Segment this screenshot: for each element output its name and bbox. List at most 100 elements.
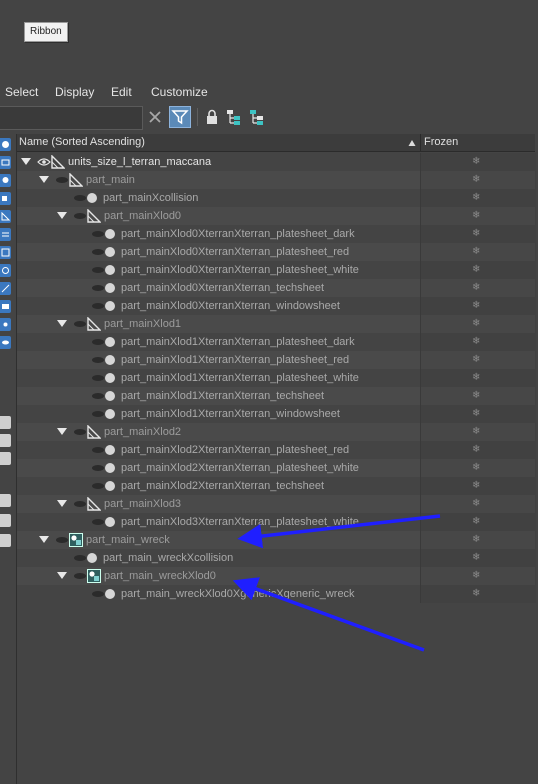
snowflake-icon[interactable]: ❄ bbox=[472, 333, 480, 351]
tree-row-object[interactable]: part_mainXlod1XterranXterran_techsheet ❄ bbox=[17, 387, 535, 405]
tree-row-object[interactable]: part_mainXlod0XterranXterran_platesheet_… bbox=[17, 243, 535, 261]
snowflake-icon[interactable]: ❄ bbox=[472, 387, 480, 405]
eye-icon[interactable] bbox=[73, 194, 87, 202]
tree-row-group[interactable]: part_mainXlod3 ❄ bbox=[17, 495, 535, 513]
eye-icon[interactable] bbox=[91, 266, 105, 274]
eye-icon[interactable] bbox=[73, 212, 87, 220]
expand-toggle-icon[interactable] bbox=[39, 176, 49, 183]
snowflake-icon[interactable]: ❄ bbox=[472, 243, 480, 261]
eye-icon[interactable] bbox=[91, 410, 105, 418]
clear-icon[interactable] bbox=[146, 108, 164, 126]
snowflake-icon[interactable]: ❄ bbox=[472, 279, 480, 297]
snowflake-icon[interactable]: ❄ bbox=[472, 369, 480, 387]
container-icon[interactable] bbox=[0, 300, 11, 313]
tree-row-object[interactable]: part_mainXlod2XterranXterran_techsheet ❄ bbox=[17, 477, 535, 495]
tree-row-object[interactable]: part_mainXlod0XterranXterran_windowsheet… bbox=[17, 297, 535, 315]
snowflake-icon[interactable]: ❄ bbox=[472, 261, 480, 279]
hierarchy-alt-icon[interactable] bbox=[248, 108, 266, 126]
list-icon[interactable] bbox=[0, 416, 11, 429]
snowflake-icon[interactable]: ❄ bbox=[472, 441, 480, 459]
expand-toggle-icon[interactable] bbox=[39, 536, 49, 543]
snowflake-icon[interactable]: ❄ bbox=[472, 567, 480, 585]
tree-row-group[interactable]: part_mainXlod2 ❄ bbox=[17, 423, 535, 441]
tree-row-object[interactable]: part_mainXlod1XterranXterran_platesheet_… bbox=[17, 351, 535, 369]
snowflake-icon[interactable]: ❄ bbox=[472, 297, 480, 315]
tree-row-object[interactable]: part_mainXlod0XterranXterran_platesheet_… bbox=[17, 261, 535, 279]
eye-icon[interactable] bbox=[73, 320, 87, 328]
eye-icon[interactable] bbox=[91, 392, 105, 400]
snowflake-icon[interactable]: ❄ bbox=[472, 153, 480, 171]
expand-toggle-icon[interactable] bbox=[57, 320, 67, 327]
tree-row-object[interactable]: part_mainXlod2XterranXterran_platesheet_… bbox=[17, 459, 535, 477]
eye-icon[interactable] bbox=[91, 338, 105, 346]
snowflake-icon[interactable]: ❄ bbox=[472, 207, 480, 225]
light-icon[interactable] bbox=[0, 174, 11, 187]
lock-icon[interactable] bbox=[203, 108, 221, 126]
snowflake-icon[interactable]: ❄ bbox=[472, 351, 480, 369]
tree-row-object[interactable]: part_mainXlod1XterranXterran_platesheet_… bbox=[17, 369, 535, 387]
eye-icon[interactable] bbox=[73, 500, 87, 508]
camera-icon[interactable] bbox=[0, 192, 11, 205]
snowflake-icon[interactable]: ❄ bbox=[472, 585, 480, 603]
tree-row-group[interactable]: units_size_l_terran_maccana ❄ bbox=[17, 153, 535, 171]
ribbon-button[interactable]: Ribbon bbox=[24, 22, 68, 42]
snowflake-icon[interactable]: ❄ bbox=[472, 189, 480, 207]
tree-row-object[interactable]: part_main_wreckXcollision ❄ bbox=[17, 549, 535, 567]
snowflake-icon[interactable]: ❄ bbox=[472, 405, 480, 423]
menu-display[interactable]: Display bbox=[55, 82, 94, 102]
group-icon[interactable] bbox=[0, 246, 11, 259]
snowflake-icon[interactable]: ❄ bbox=[472, 531, 480, 549]
eye-icon[interactable] bbox=[91, 302, 105, 310]
name-column-header[interactable]: Name (Sorted Ascending) bbox=[19, 134, 417, 151]
expand-toggle-icon[interactable] bbox=[57, 572, 67, 579]
shape-icon[interactable] bbox=[0, 156, 11, 169]
frozen-column-header[interactable]: Frozen bbox=[420, 134, 538, 151]
menu-edit[interactable]: Edit bbox=[111, 82, 132, 102]
eye-icon[interactable] bbox=[91, 248, 105, 256]
search-input[interactable] bbox=[0, 106, 143, 130]
eye-icon[interactable] bbox=[91, 284, 105, 292]
eye-icon[interactable] bbox=[91, 464, 105, 472]
tree-row-object[interactable]: part_mainXlod0XterranXterran_platesheet_… bbox=[17, 225, 535, 243]
xref-icon[interactable] bbox=[0, 264, 11, 277]
settings-icon[interactable] bbox=[0, 494, 11, 507]
snowflake-icon[interactable]: ❄ bbox=[472, 315, 480, 333]
snowflake-icon[interactable]: ❄ bbox=[472, 459, 480, 477]
expand-toggle-icon[interactable] bbox=[57, 428, 67, 435]
tree-row-object[interactable]: part_mainXlod3XterranXterran_platesheet_… bbox=[17, 513, 535, 531]
menu-select[interactable]: Select bbox=[5, 82, 38, 102]
properties-icon[interactable] bbox=[0, 452, 11, 465]
helper-icon[interactable] bbox=[0, 210, 11, 223]
tree-row-group[interactable]: part_main_wreckXlod0 ❄ bbox=[17, 567, 535, 585]
eye-icon[interactable] bbox=[91, 356, 105, 364]
eye-icon[interactable] bbox=[37, 158, 51, 166]
snowflake-icon[interactable]: ❄ bbox=[472, 225, 480, 243]
document-icon[interactable] bbox=[0, 534, 11, 547]
eye-icon[interactable] bbox=[55, 536, 69, 544]
eye-icon[interactable] bbox=[73, 572, 87, 580]
tree-row-object[interactable]: part_mainXlod1XterranXterran_windowsheet… bbox=[17, 405, 535, 423]
tree-row-object[interactable]: part_mainXlod0XterranXterran_techsheet ❄ bbox=[17, 279, 535, 297]
visibility-icon[interactable] bbox=[0, 336, 11, 349]
tree-row-group[interactable]: part_main_wreck ❄ bbox=[17, 531, 535, 549]
tree-row-group[interactable]: part_mainXlod1 ❄ bbox=[17, 315, 535, 333]
eye-icon[interactable] bbox=[91, 374, 105, 382]
funnel-icon[interactable] bbox=[0, 514, 11, 527]
tree-row-object[interactable]: part_mainXlod2XterranXterran_platesheet_… bbox=[17, 441, 535, 459]
snowflake-icon[interactable]: ❄ bbox=[472, 513, 480, 531]
bone-icon[interactable] bbox=[0, 282, 11, 295]
layer-icon[interactable] bbox=[0, 434, 11, 447]
eye-icon[interactable] bbox=[91, 482, 105, 490]
spacewarp-icon[interactable] bbox=[0, 228, 11, 241]
sphere-icon[interactable] bbox=[0, 138, 11, 151]
hierarchy-icon[interactable] bbox=[225, 108, 243, 126]
eye-icon[interactable] bbox=[55, 176, 69, 184]
eye-icon[interactable] bbox=[73, 554, 87, 562]
snowflake-icon[interactable]: ❄ bbox=[472, 549, 480, 567]
snowflake-icon[interactable]: ❄ bbox=[472, 477, 480, 495]
eye-icon[interactable] bbox=[91, 446, 105, 454]
tree-row-object[interactable]: part_mainXcollision ❄ bbox=[17, 189, 535, 207]
tree-row-object[interactable]: part_main_wreckXlod0XgenericXgeneric_wre… bbox=[17, 585, 535, 603]
eye-icon[interactable] bbox=[91, 230, 105, 238]
expand-toggle-icon[interactable] bbox=[21, 158, 31, 165]
